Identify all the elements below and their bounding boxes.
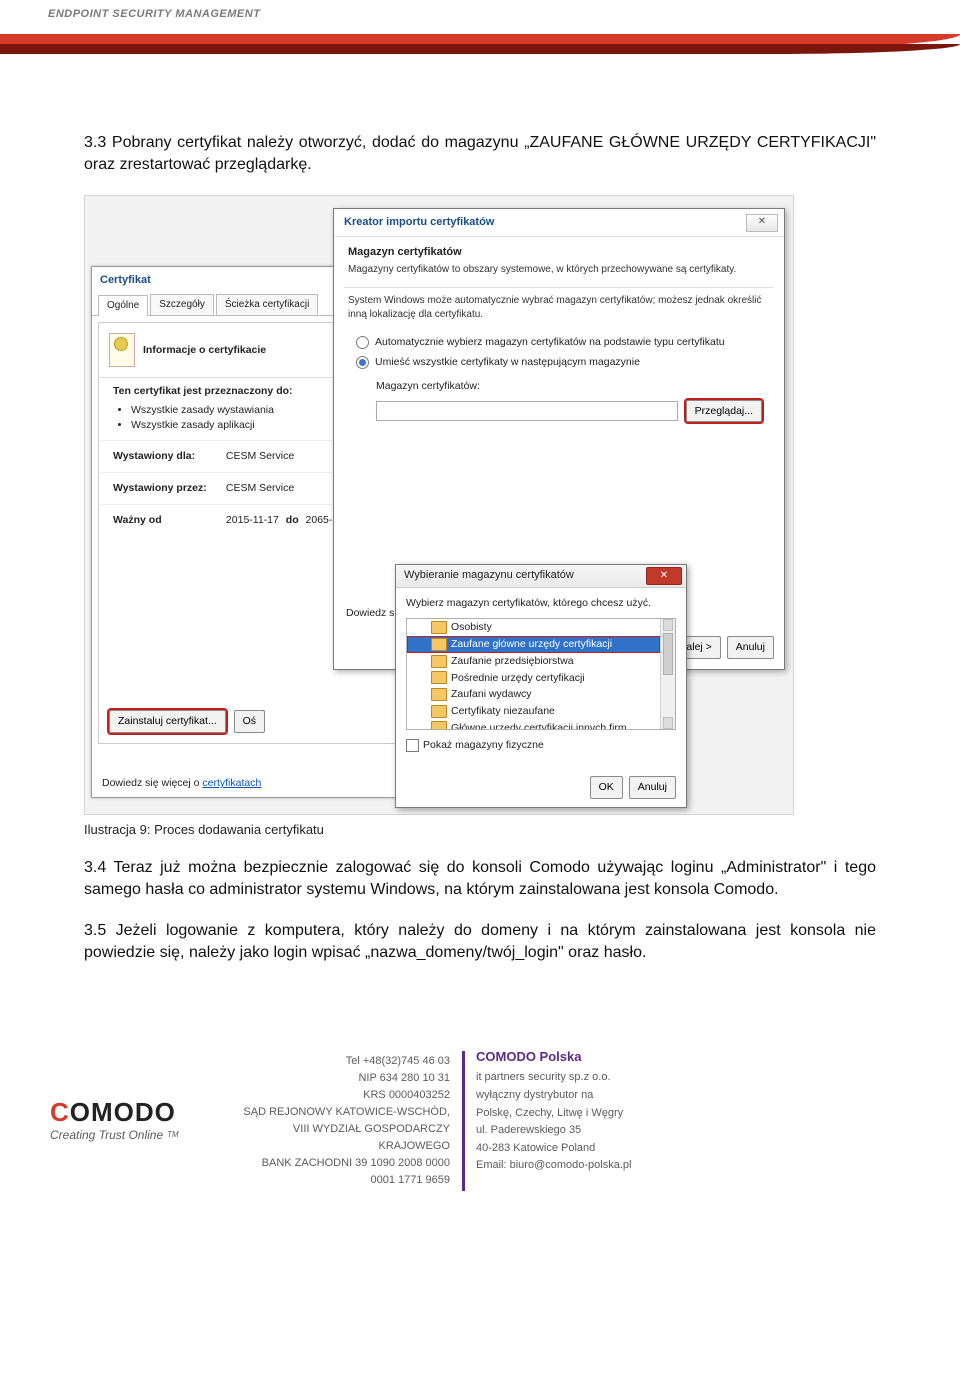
tree-item: Osobisty	[407, 619, 660, 636]
radio-place-row[interactable]: Umieść wszystkie certyfikaty w następują…	[334, 352, 784, 373]
cert-learn-prefix: Dowiedz się więcej o	[102, 777, 202, 789]
footer-separator	[462, 1051, 465, 1191]
footer-left-block: Tel +48(32)745 46 03 NIP 634 280 10 31 K…	[240, 1053, 450, 1189]
footer-r1: it partners security sp.z o.o.	[476, 1069, 726, 1087]
footer-r5: 40-283 Katowice Poland	[476, 1140, 726, 1158]
radio-auto-row[interactable]: Automatycznie wybierz magazyn certyfikat…	[334, 332, 784, 353]
browse-button[interactable]: Przeglądaj...	[686, 400, 762, 423]
footer-brand: COMODO Polska	[476, 1047, 726, 1068]
cert-other-button[interactable]: Oś	[234, 710, 265, 733]
paragraph-3-3: 3.3 Pobrany certyfikat należy otworzyć, …	[84, 132, 876, 177]
red-curve	[0, 34, 960, 62]
figure-caption: Ilustracja 9: Proces dodawania certyfika…	[84, 821, 794, 839]
footer-right-block: COMODO Polska it partners security sp.z …	[476, 1047, 726, 1175]
footer-r4: ul. Paderewskiego 35	[476, 1122, 726, 1140]
paragraph-3-4: 3.4 Teraz już można bezpiecznie zalogowa…	[84, 857, 876, 902]
certificate-icon	[109, 333, 135, 367]
radio-place[interactable]	[356, 356, 369, 369]
radio-auto-label: Automatycznie wybierz magazyn certyfikat…	[375, 335, 725, 350]
footer-dept: VIII WYDZIAŁ GOSPODARCZY KRAJOWEGO	[240, 1121, 450, 1155]
close-icon[interactable]: ✕	[746, 214, 778, 232]
tree-item: Pośrednie urzędy certyfikacji	[407, 670, 660, 687]
tab-general[interactable]: Ogólne	[98, 295, 148, 316]
issued-by-value: CESM Service	[226, 482, 294, 494]
body-content: 3.3 Pobrany certyfikat należy otworzyć, …	[0, 132, 960, 965]
tab-path[interactable]: Ścieżka certyfikacji	[216, 294, 318, 315]
figure-9: Certyfikat Ogólne Szczegóły Ścieżka cert…	[84, 195, 794, 839]
checkbox-icon[interactable]	[406, 739, 419, 752]
valid-to-label: do	[282, 513, 303, 528]
radio-place-label: Umieść wszystkie certyfikaty w następują…	[375, 355, 640, 370]
header-esm-text: ENDPOINT SECURITY MANAGEMENT	[48, 8, 260, 20]
cancel-button[interactable]: Anuluj	[727, 636, 774, 659]
footer-nip: NIP 634 280 10 31	[240, 1070, 450, 1087]
wizard-desc2: System Windows może automatycznie wybrać…	[334, 294, 784, 332]
header-bar: ENDPOINT SECURITY MANAGEMENT	[0, 0, 960, 37]
store-label: Magazyn certyfikatów:	[334, 373, 784, 394]
comodo-logo: COMODO Creating Trust OnlineTM	[50, 1097, 179, 1142]
issued-to-value: CESM Service	[226, 450, 294, 462]
page-footer: COMODO Creating Trust OnlineTM Tel +48(3…	[0, 1025, 960, 1205]
cancel-button[interactable]: Anuluj	[629, 776, 676, 799]
footer-r3: Polskę, Czechy, Litwę i Węgry	[476, 1105, 726, 1123]
tree-item: Zaufani wydawcy	[407, 686, 660, 703]
select-buttons: OK Anuluj	[590, 776, 676, 799]
cert-install-row: Zainstaluj certyfikat... Oś	[109, 710, 425, 733]
wizard-title: Kreator importu certyfikatów	[334, 209, 784, 237]
select-title: Wybieranie magazynu certyfikatów	[404, 568, 574, 583]
store-row: Przeglądaj...	[334, 394, 784, 423]
radio-auto[interactable]	[356, 336, 369, 349]
select-store-dialog: Wybieranie magazynu certyfikatów ✕ Wybie…	[395, 564, 687, 808]
install-certificate-button[interactable]: Zainstaluj certyfikat...	[109, 710, 226, 733]
valid-label: Ważny od	[113, 513, 223, 528]
ok-button[interactable]: OK	[590, 776, 623, 799]
figure-canvas: Certyfikat Ogólne Szczegóły Ścieżka cert…	[84, 195, 794, 815]
paragraph-3-5: 3.5 Jeżeli logowanie z komputera, który …	[84, 920, 876, 965]
tree-item-selected: Zaufane główne urzędy certyfikacji	[407, 636, 660, 653]
footer-tel: Tel +48(32)745 46 03	[240, 1053, 450, 1070]
store-input[interactable]	[376, 401, 678, 421]
issued-by-label: Wystawiony przez:	[113, 481, 223, 496]
folder-icon	[431, 621, 447, 634]
logo-rest: OMODO	[70, 1097, 176, 1127]
folder-icon	[431, 671, 447, 684]
folder-icon	[431, 655, 447, 668]
cert-info-head-text: Informacje o certyfikacie	[143, 343, 266, 358]
folder-icon	[431, 721, 447, 730]
folder-icon	[431, 705, 447, 718]
cert-learn-link[interactable]: certyfikatach	[202, 777, 261, 789]
tree-item: Certyfikaty niezaufane	[407, 703, 660, 720]
folder-icon	[431, 638, 447, 651]
select-titlebar: Wybieranie magazynu certyfikatów ✕	[396, 565, 686, 588]
tab-details[interactable]: Szczegóły	[150, 294, 214, 315]
cert-learn-more: Dowiedz się więcej o certyfikatach	[102, 776, 261, 791]
page-header: ENDPOINT SECURITY MANAGEMENT	[0, 0, 960, 72]
show-physical-label[interactable]: Pokaż magazyny fizyczne	[406, 738, 544, 753]
wizard-desc: Magazyny certyfikatów to obszary systemo…	[334, 263, 784, 287]
select-desc: Wybierz magazyn certyfikatów, którego ch…	[396, 588, 686, 619]
footer-r2: wyłączny dystrybutor na	[476, 1087, 726, 1105]
tree-item: Zaufanie przedsiębiorstwa	[407, 653, 660, 670]
wizard-heading: Magazyn certyfikatów	[334, 237, 784, 262]
logo-tagline: Creating Trust OnlineTM	[50, 1128, 179, 1142]
tree-scrollbar[interactable]	[660, 619, 675, 729]
logo-text: COMODO	[50, 1097, 179, 1128]
footer-krs: KRS 0000403252	[240, 1087, 450, 1104]
folder-icon	[431, 688, 447, 701]
valid-from: 2015-11-17	[226, 514, 279, 526]
footer-court: SĄD REJONOWY KATOWICE-WSCHÓD,	[240, 1104, 450, 1121]
close-icon[interactable]: ✕	[646, 567, 682, 585]
footer-bank: BANK ZACHODNI 39 1090 2008 0000 0001 177…	[240, 1155, 450, 1189]
tree-item: Główne urzędy certyfikacji innych firm	[407, 720, 660, 731]
issued-to-label: Wystawiony dla:	[113, 449, 223, 464]
select-bottom: Pokaż magazyny fizyczne	[396, 730, 686, 753]
logo-c-letter: C	[50, 1097, 70, 1127]
store-tree[interactable]: Osobisty Zaufane główne urzędy certyfika…	[406, 618, 676, 730]
footer-r6: Email: biuro@comodo-polska.pl	[476, 1157, 726, 1175]
